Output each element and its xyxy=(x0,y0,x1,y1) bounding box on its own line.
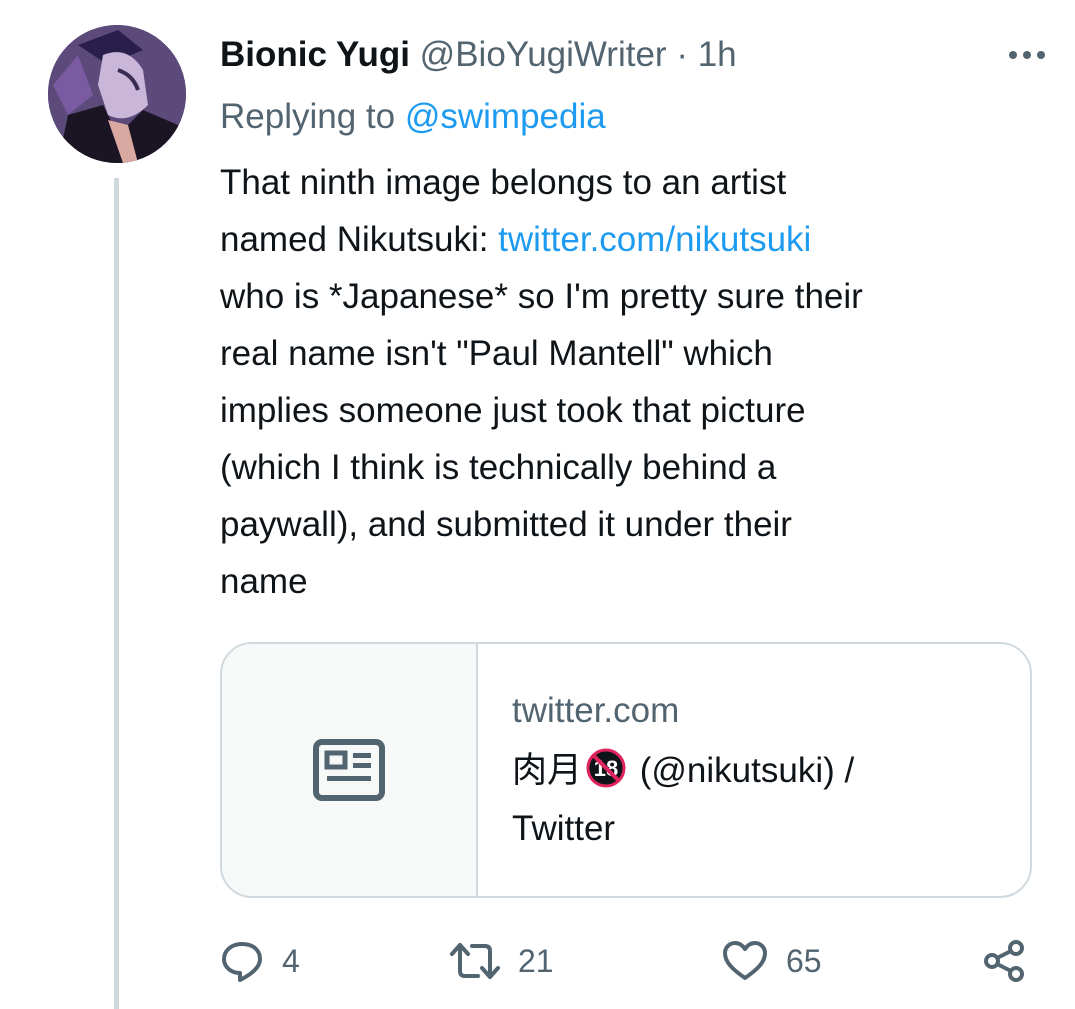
newspaper-icon xyxy=(313,739,385,801)
reply-count: 4 xyxy=(282,942,300,979)
separator: · xyxy=(676,35,688,74)
tweet-text-line: who is *Japanese* so I'm pretty sure the… xyxy=(220,277,863,316)
card-title: 肉月18 (@nikutsuki) / Twitter xyxy=(512,742,854,858)
heart-icon xyxy=(723,941,767,980)
card-title-line-2: Twitter xyxy=(512,809,616,848)
share-icon xyxy=(984,940,1024,982)
like-button[interactable]: 65 xyxy=(722,935,822,987)
retweet-button[interactable]: 21 xyxy=(450,935,554,987)
card-title-line: 肉月18 (@nikutsuki) / xyxy=(512,742,854,800)
tweet-text-line: real name isn't "Paul Mantell" which xyxy=(220,334,773,373)
tweet-header: Bionic Yugi @BioYugiWriter · 1h xyxy=(220,30,1045,80)
avatar[interactable] xyxy=(48,25,186,163)
thread-line xyxy=(114,178,119,1009)
tweet-time[interactable]: 1h xyxy=(698,35,737,74)
replying-to: Replying to @swimpedia xyxy=(220,92,606,142)
no-under-18-icon: 18 xyxy=(586,748,626,788)
tweet-text-segment: named Nikutsuki: xyxy=(220,220,499,259)
card-title-suffix: (@nikutsuki) / xyxy=(630,751,855,790)
action-bar: 4 21 65 xyxy=(220,935,1035,987)
reply-icon xyxy=(222,942,262,982)
link-preview-card[interactable]: twitter.com 肉月18 (@nikutsuki) / Twitter xyxy=(220,642,1032,898)
card-title-prefix: 肉月 xyxy=(512,751,583,790)
author-name[interactable]: Bionic Yugi xyxy=(220,35,410,74)
tweet-text-line: name xyxy=(220,562,308,601)
reply-button[interactable]: 4 xyxy=(220,935,300,987)
tweet-text-line: (which I think is technically behind a xyxy=(220,448,777,487)
like-count: 65 xyxy=(786,942,822,979)
tweet-text-line: implies someone just took that picture xyxy=(220,391,806,430)
tweet-text-line: That ninth image belongs to an artist xyxy=(220,163,787,202)
tweet-text-line: paywall), and submitted it under their xyxy=(220,505,792,544)
retweet-count: 21 xyxy=(518,942,554,979)
retweet-icon xyxy=(450,943,500,979)
card-body: twitter.com 肉月18 (@nikutsuki) / Twitter xyxy=(478,644,884,896)
tweet-text-line: named Nikutsuki: twitter.com/nikutsuki xyxy=(220,211,1020,268)
author-handle[interactable]: @BioYugiWriter xyxy=(420,35,667,74)
more-options-icon[interactable] xyxy=(999,38,1055,72)
replying-prefix: Replying to xyxy=(220,97,396,136)
card-domain: twitter.com xyxy=(512,691,680,730)
tweet-text: That ninth image belongs to an artist na… xyxy=(220,154,1020,610)
card-thumbnail xyxy=(222,644,478,896)
inline-link[interactable]: twitter.com/nikutsuki xyxy=(498,220,811,259)
share-button[interactable] xyxy=(982,935,1026,987)
replying-mention-link[interactable]: @swimpedia xyxy=(405,97,606,136)
